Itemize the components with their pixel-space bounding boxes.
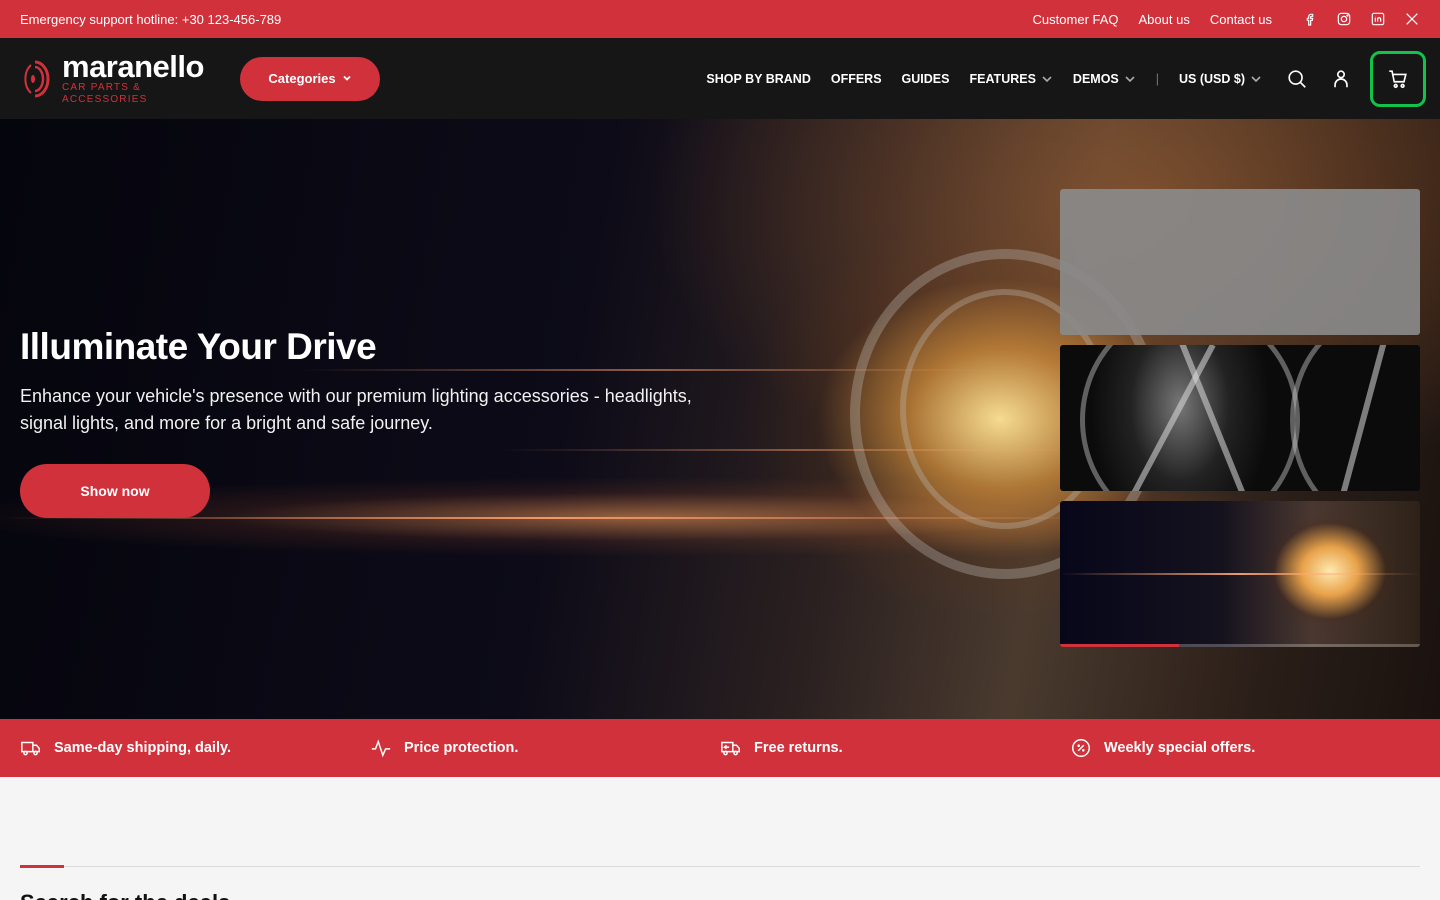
feature-weekly-offers: Weekly special offers. — [1070, 737, 1420, 759]
chevron-down-icon — [342, 71, 352, 86]
nav-demos-label: DEMOS — [1072, 71, 1119, 86]
logo-text: maranello CAR PARTS & ACCESSORIES — [62, 48, 220, 106]
about-us-link[interactable]: About us — [1139, 12, 1190, 27]
main-nav: SHOP BY BRAND OFFERS GUIDES FEATURES DEM… — [706, 72, 1262, 86]
logo-name: maranello — [62, 48, 204, 84]
customer-faq-link[interactable]: Customer FAQ — [1033, 12, 1119, 27]
categories-button[interactable]: Categories — [240, 56, 380, 101]
instagram-icon[interactable] — [1336, 11, 1352, 27]
social-links — [1302, 11, 1420, 27]
feature-label: Same-day shipping, daily. — [54, 740, 231, 756]
search-icon[interactable] — [1282, 64, 1312, 94]
pulse-icon — [371, 739, 391, 758]
section-accent-bar — [20, 865, 64, 868]
site-logo[interactable]: maranello CAR PARTS & ACCESSORIES — [20, 48, 220, 106]
nav-demos[interactable]: DEMOS — [1073, 72, 1136, 86]
section-divider — [20, 866, 1420, 867]
slide-progress-bar — [1060, 644, 1420, 647]
nav-offers[interactable]: OFFERS — [831, 72, 882, 86]
cart-button[interactable] — [1370, 50, 1426, 107]
facebook-icon[interactable] — [1302, 11, 1318, 27]
features-strip: Same-day shipping, daily. Price protecti… — [0, 719, 1440, 777]
chevron-down-icon — [1251, 75, 1261, 82]
hero-content: Illuminate Your Drive Enhance your vehic… — [20, 325, 700, 518]
feature-label: Price protection. — [404, 740, 519, 756]
linkedin-icon[interactable] — [1370, 11, 1386, 27]
slide-progress-fill — [1060, 644, 1179, 647]
hero-title: Illuminate Your Drive — [20, 326, 377, 367]
chevron-down-icon — [1042, 75, 1052, 82]
hero-description: Enhance your vehicle's presence with our… — [20, 386, 692, 433]
nav-features-label: FEATURES — [969, 71, 1036, 86]
user-icon[interactable] — [1326, 64, 1356, 94]
feature-free-returns: Free returns. — [720, 737, 1070, 759]
top-links: Customer FAQ About us Contact us — [1033, 11, 1420, 27]
nav-guides[interactable]: GUIDES — [902, 72, 950, 86]
logo-tagline: CAR PARTS & ACCESSORIES — [62, 81, 148, 105]
slide-thumbnails — [1060, 189, 1420, 657]
currency-label: US (USD $) — [1179, 71, 1245, 86]
top-bar: Emergency support hotline: +30 123-456-7… — [0, 0, 1440, 38]
section-title: Search for the deals — [20, 890, 230, 900]
header-actions — [1282, 50, 1426, 107]
tire-logo-icon — [20, 59, 50, 99]
feature-price-protection: Price protection. — [370, 737, 720, 759]
cart-icon — [1389, 69, 1407, 88]
slide-thumbnail-2[interactable] — [1060, 345, 1420, 491]
feature-label: Weekly special offers. — [1104, 740, 1256, 756]
nav-shop-by-brand[interactable]: SHOP BY BRAND — [706, 72, 810, 86]
currency-selector[interactable]: US (USD $) — [1179, 72, 1262, 86]
return-truck-icon — [721, 741, 740, 756]
main-header: maranello CAR PARTS & ACCESSORIES Catego… — [0, 38, 1440, 119]
nav-separator: | — [1155, 71, 1160, 86]
categories-label: Categories — [268, 71, 336, 86]
truck-icon — [21, 741, 40, 756]
wheel-rim-decoration — [1290, 345, 1420, 491]
slide-thumbnail-3[interactable] — [1060, 501, 1420, 647]
light-streak-decoration — [1060, 573, 1420, 575]
chevron-down-icon — [1125, 75, 1135, 82]
discount-badge-icon — [1072, 739, 1090, 757]
hero-banner: Illuminate Your Drive Enhance your vehic… — [0, 119, 1440, 719]
feature-shipping: Same-day shipping, daily. — [20, 737, 370, 759]
contact-us-link[interactable]: Contact us — [1210, 12, 1272, 27]
feature-label: Free returns. — [754, 740, 843, 756]
x-icon[interactable] — [1404, 11, 1420, 27]
emergency-hotline: Emergency support hotline: +30 123-456-7… — [20, 11, 282, 27]
show-now-button[interactable]: Show now — [20, 464, 210, 518]
slide-thumbnail-1[interactable] — [1060, 189, 1420, 335]
nav-features[interactable]: FEATURES — [969, 72, 1052, 86]
